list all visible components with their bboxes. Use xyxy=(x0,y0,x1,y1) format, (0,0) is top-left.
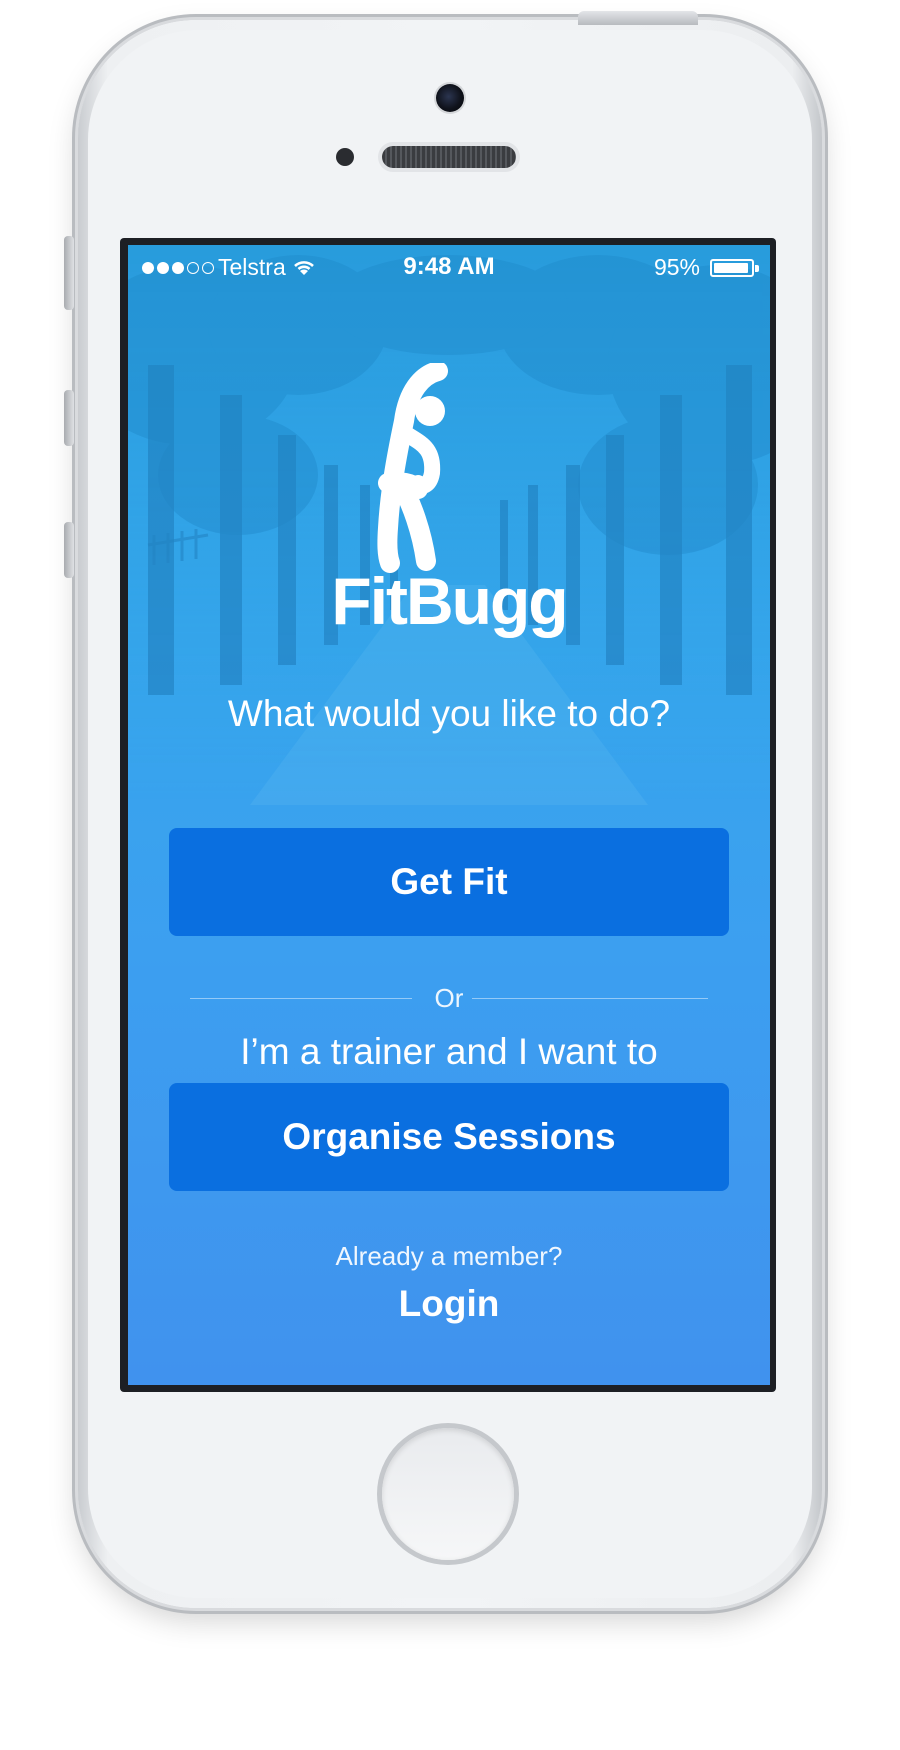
question-heading: What would you like to do? xyxy=(227,693,671,734)
power-button xyxy=(578,11,698,25)
trainer-prompt: I’m a trainer and I want to xyxy=(240,1031,658,1072)
home-button[interactable] xyxy=(382,1428,514,1560)
battery-level-fill xyxy=(714,263,749,273)
mute-switch xyxy=(64,236,74,310)
volume-up-button xyxy=(64,390,74,446)
battery-icon xyxy=(710,259,754,277)
battery-percent: 95% xyxy=(653,254,700,280)
battery-tip xyxy=(755,265,759,272)
stretching-person-icon xyxy=(377,363,448,573)
earpiece-speaker xyxy=(382,146,516,168)
or-divider: Or xyxy=(190,983,708,1013)
front-camera xyxy=(436,84,464,112)
divider-line-right xyxy=(472,998,708,999)
volume-down-button xyxy=(64,522,74,578)
get-fit-button[interactable]: Get Fit xyxy=(169,828,729,936)
app-screen: Telstra 9:48 AM 95% FitBugg What would y… xyxy=(128,245,770,1385)
app-logo-wordmark: FitBugg xyxy=(331,564,568,638)
proximity-sensor xyxy=(336,148,354,166)
already-member-text: Already a member? xyxy=(335,1241,563,1271)
login-link[interactable]: Login xyxy=(128,1283,770,1325)
organise-sessions-button[interactable]: Organise Sessions xyxy=(169,1083,729,1191)
status-bar: Telstra 9:48 AM 95% xyxy=(128,245,770,289)
